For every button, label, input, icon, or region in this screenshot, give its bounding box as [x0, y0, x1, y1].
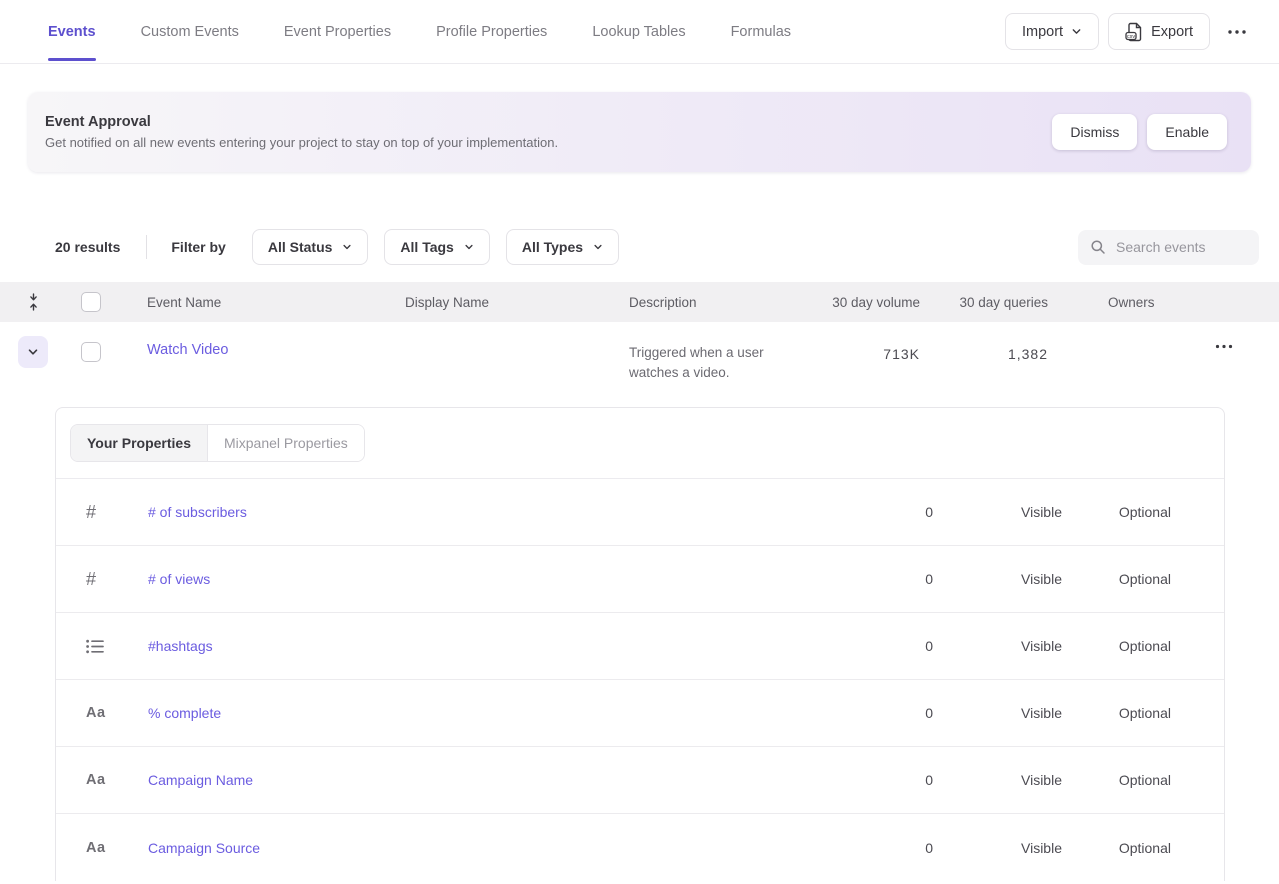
search-box	[1078, 230, 1259, 265]
event-row-watch-video: Watch Video Triggered when a user watche…	[0, 322, 1279, 407]
dismiss-button[interactable]: Dismiss	[1052, 114, 1137, 150]
column-description: Description	[629, 295, 792, 310]
select-all-checkbox[interactable]	[81, 292, 101, 312]
property-value: 0	[843, 571, 933, 587]
search-icon	[1090, 239, 1106, 255]
tab-your-properties[interactable]: Your Properties	[71, 425, 208, 461]
nav-actions: Import csv Export	[1005, 13, 1255, 50]
banner-text: Event Approval Get notified on all new e…	[45, 114, 558, 150]
number-icon: #	[56, 502, 96, 523]
property-requirement: Optional	[1062, 840, 1171, 856]
banner-title: Event Approval	[45, 114, 558, 130]
property-name-link[interactable]: # of views	[148, 571, 843, 587]
svg-text:csv: csv	[1127, 33, 1136, 39]
import-button[interactable]: Import	[1005, 13, 1099, 50]
event-approval-banner: Event Approval Get notified on all new e…	[28, 92, 1251, 172]
property-name-link[interactable]: Campaign Source	[148, 840, 843, 856]
property-row: # # of views 0 Visible Optional	[56, 546, 1224, 613]
queries-cell: 1,382	[920, 346, 1048, 362]
more-actions-button[interactable]	[1219, 23, 1255, 41]
banner-actions: Dismiss Enable	[1052, 114, 1227, 150]
property-value: 0	[843, 840, 933, 856]
banner-description: Get notified on all new events entering …	[45, 135, 558, 150]
property-row: Aa Campaign Name 0 Visible Optional	[56, 747, 1224, 814]
search-input[interactable]	[1116, 239, 1247, 255]
property-visibility: Visible	[933, 504, 1062, 520]
property-value: 0	[843, 705, 933, 721]
property-requirement: Optional	[1062, 571, 1171, 587]
row-actions-button[interactable]	[1207, 338, 1241, 355]
event-name-link[interactable]: Watch Video	[147, 342, 405, 358]
types-filter-dropdown[interactable]: All Types	[506, 229, 619, 265]
chevron-down-icon	[27, 346, 39, 358]
divider	[146, 235, 147, 259]
text-icon: Aa	[56, 772, 106, 788]
kebab-menu-icon	[1215, 344, 1233, 349]
tags-filter-dropdown[interactable]: All Tags	[384, 229, 489, 265]
number-icon: #	[56, 569, 96, 590]
property-requirement: Optional	[1062, 705, 1171, 721]
property-visibility: Visible	[933, 705, 1062, 721]
property-requirement: Optional	[1062, 504, 1171, 520]
property-value: 0	[843, 772, 933, 788]
property-visibility: Visible	[933, 571, 1062, 587]
description-cell: Triggered when a user watches a video.	[629, 343, 789, 383]
property-name-link[interactable]: #hashtags	[148, 638, 843, 654]
property-name-link[interactable]: Campaign Name	[148, 772, 843, 788]
nav-tabs: Events Custom Events Event Properties Pr…	[48, 0, 791, 63]
chevron-down-icon	[342, 242, 352, 252]
property-visibility: Visible	[933, 840, 1062, 856]
collapse-rows-icon	[26, 293, 41, 311]
text-icon: Aa	[56, 840, 106, 856]
property-value: 0	[843, 638, 933, 654]
top-navigation: Events Custom Events Event Properties Pr…	[0, 0, 1279, 64]
properties-tabbar: Your Properties Mixpanel Properties	[56, 408, 1224, 479]
column-30-day-queries: 30 day queries	[920, 295, 1048, 310]
row-checkbox[interactable]	[81, 342, 101, 362]
filter-by-label: Filter by	[171, 239, 225, 255]
list-icon	[56, 639, 104, 654]
results-count: 20 results	[55, 239, 120, 255]
tab-formulas[interactable]: Formulas	[731, 0, 791, 63]
event-properties-panel: Your Properties Mixpanel Properties # # …	[55, 407, 1225, 881]
property-requirement: Optional	[1062, 638, 1171, 654]
property-requirement: Optional	[1062, 772, 1171, 788]
property-name-link[interactable]: % complete	[148, 705, 843, 721]
property-visibility: Visible	[933, 638, 1062, 654]
collapse-row-button[interactable]	[18, 336, 48, 368]
property-row: Aa % complete 0 Visible Optional	[56, 680, 1224, 747]
csv-file-icon: csv	[1125, 22, 1143, 42]
collapse-all-button[interactable]	[0, 293, 66, 311]
tab-lookup-tables[interactable]: Lookup Tables	[592, 0, 685, 63]
column-owners: Owners	[1048, 295, 1178, 310]
column-30-day-volume: 30 day volume	[792, 295, 920, 310]
tab-mixpanel-properties[interactable]: Mixpanel Properties	[208, 425, 364, 461]
tab-events[interactable]: Events	[48, 0, 96, 63]
property-visibility: Visible	[933, 772, 1062, 788]
tab-event-properties[interactable]: Event Properties	[284, 0, 391, 63]
properties-tab-group: Your Properties Mixpanel Properties	[70, 424, 365, 462]
chevron-down-icon	[1071, 26, 1082, 37]
enable-button[interactable]: Enable	[1147, 114, 1227, 150]
table-header: Event Name Display Name Description 30 d…	[0, 282, 1279, 322]
property-row: # # of subscribers 0 Visible Optional	[56, 479, 1224, 546]
volume-cell: 713K	[792, 346, 920, 362]
property-row: #hashtags 0 Visible Optional	[56, 613, 1224, 680]
text-icon: Aa	[56, 705, 106, 721]
export-button[interactable]: csv Export	[1108, 13, 1210, 50]
status-filter-dropdown[interactable]: All Status	[252, 229, 369, 265]
column-event-name: Event Name	[147, 295, 405, 310]
chevron-down-icon	[464, 242, 474, 252]
filter-bar: 20 results Filter by All Status All Tags…	[55, 229, 1259, 265]
property-name-link[interactable]: # of subscribers	[148, 504, 843, 520]
tab-custom-events[interactable]: Custom Events	[141, 0, 239, 63]
property-row: Aa Campaign Source 0 Visible Optional	[56, 814, 1224, 881]
tab-profile-properties[interactable]: Profile Properties	[436, 0, 547, 63]
column-display-name: Display Name	[405, 295, 629, 310]
chevron-down-icon	[593, 242, 603, 252]
property-value: 0	[843, 504, 933, 520]
kebab-menu-icon	[1227, 29, 1247, 35]
